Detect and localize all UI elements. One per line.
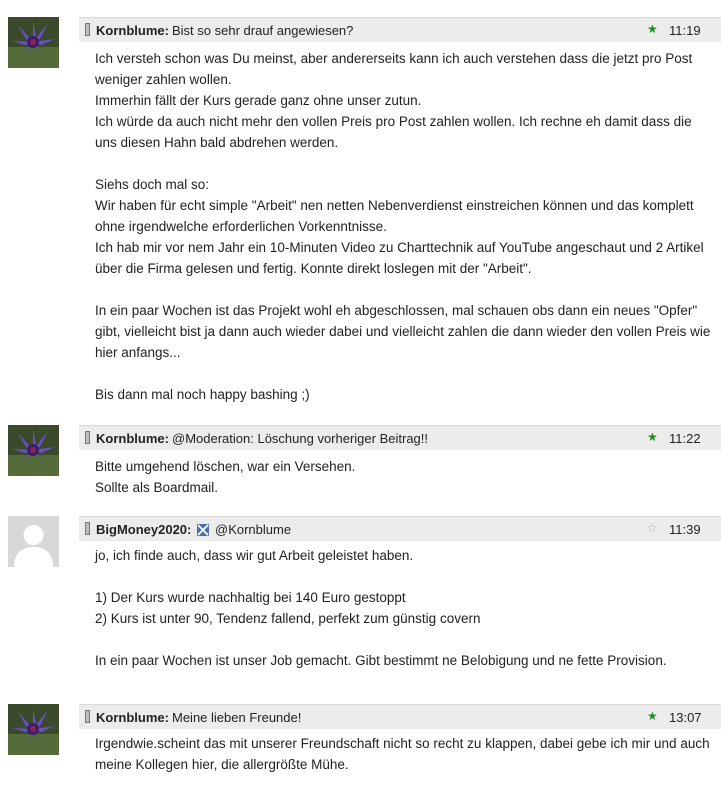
cornflower-avatar[interactable] (8, 704, 59, 755)
post-body: Ich versteh schon was Du meinst, aber an… (95, 48, 715, 405)
cornflower-avatar[interactable] (8, 17, 59, 68)
star-outline-icon[interactable]: ☆ (647, 521, 658, 535)
post-body: jo, ich finde auch, dass wir gut Arbeit … (95, 545, 715, 671)
post-header: Kornblume: @Moderation: Löschung vorheri… (79, 425, 721, 450)
post-time: 13:07 (669, 710, 702, 725)
post-body: Bitte umgehend löschen, war ein Versehen… (95, 456, 715, 498)
post-body: Irgendwie.scheint das mit unserer Freund… (95, 733, 715, 775)
post-text-line: Bis dann mal noch happy bashing ;) (95, 387, 310, 402)
bookmark-icon[interactable] (85, 710, 90, 723)
post-author[interactable]: BigMoney2020: (96, 522, 191, 537)
post-text-line: Sollte als Boardmail. (95, 480, 219, 495)
post-author[interactable]: Kornblume: (96, 23, 169, 38)
default-avatar[interactable] (8, 516, 59, 567)
star-icon[interactable]: ★ (647, 430, 658, 444)
forum-post: BigMoney2020: @Kornblume ☆ 11:39 jo, ich… (0, 516, 721, 676)
post-text-line: Siehs doch mal so: (95, 177, 210, 192)
forum-post: Kornblume: Bist so sehr drauf angewiesen… (0, 17, 721, 402)
bookmark-icon[interactable] (85, 522, 90, 535)
forum-post: Kornblume: @Moderation: Löschung vorheri… (0, 425, 721, 500)
post-subject[interactable]: Bist so sehr drauf angewiesen? (172, 23, 353, 38)
post-author[interactable]: Kornblume: (96, 431, 169, 446)
post-text-line: 1) Der Kurs wurde nachhaltig bei 140 Eur… (95, 590, 406, 605)
post-header: Kornblume: Bist so sehr drauf angewiesen… (79, 17, 721, 42)
post-header: BigMoney2020: @Kornblume ☆ 11:39 (79, 516, 721, 541)
post-text-line: Ich würde da auch nicht mehr den vollen … (95, 114, 692, 150)
post-text-line: In ein paar Wochen ist unser Job gemacht… (95, 653, 667, 668)
post-time: 11:19 (669, 23, 701, 38)
post-header: Kornblume: Meine lieben Freunde! ★ 13:07 (79, 704, 721, 729)
cornflower-avatar[interactable] (8, 425, 59, 476)
post-text-line: Irgendwie.scheint das mit unserer Freund… (95, 736, 710, 772)
post-subject[interactable]: Meine lieben Freunde! (172, 710, 301, 725)
post-subject[interactable]: @Moderation: Löschung vorheriger Beitrag… (172, 431, 428, 446)
post-text-line: Bitte umgehend löschen, war ein Versehen… (95, 459, 356, 474)
post-subject[interactable]: @Kornblume (215, 522, 291, 537)
post-time: 11:22 (669, 431, 701, 446)
post-author[interactable]: Kornblume: (96, 710, 169, 725)
star-icon[interactable]: ★ (647, 709, 658, 723)
post-text-line: Ich hab mir vor nem Jahr ein 10-Minuten … (95, 240, 704, 276)
post-text-line: jo, ich finde auch, dass wir gut Arbeit … (95, 548, 414, 563)
bookmark-icon[interactable] (85, 431, 90, 444)
bookmark-icon[interactable] (85, 23, 90, 36)
post-text-line: Ich versteh schon was Du meinst, aber an… (95, 51, 693, 87)
post-text-line: Wir haben für echt simple "Arbeit" nen n… (95, 198, 694, 234)
post-text-line: In ein paar Wochen ist das Projekt wohl … (95, 303, 711, 360)
forum-post: Kornblume: Meine lieben Freunde! ★ 13:07… (0, 704, 721, 784)
post-text-line: 2) Kurs ist unter 90, Tendenz fallend, p… (95, 611, 481, 626)
crossed-flag-icon (197, 524, 209, 536)
post-time: 11:39 (669, 522, 701, 537)
post-text-line: Immerhin fällt der Kurs gerade ganz ohne… (95, 93, 422, 108)
star-icon[interactable]: ★ (647, 22, 658, 36)
